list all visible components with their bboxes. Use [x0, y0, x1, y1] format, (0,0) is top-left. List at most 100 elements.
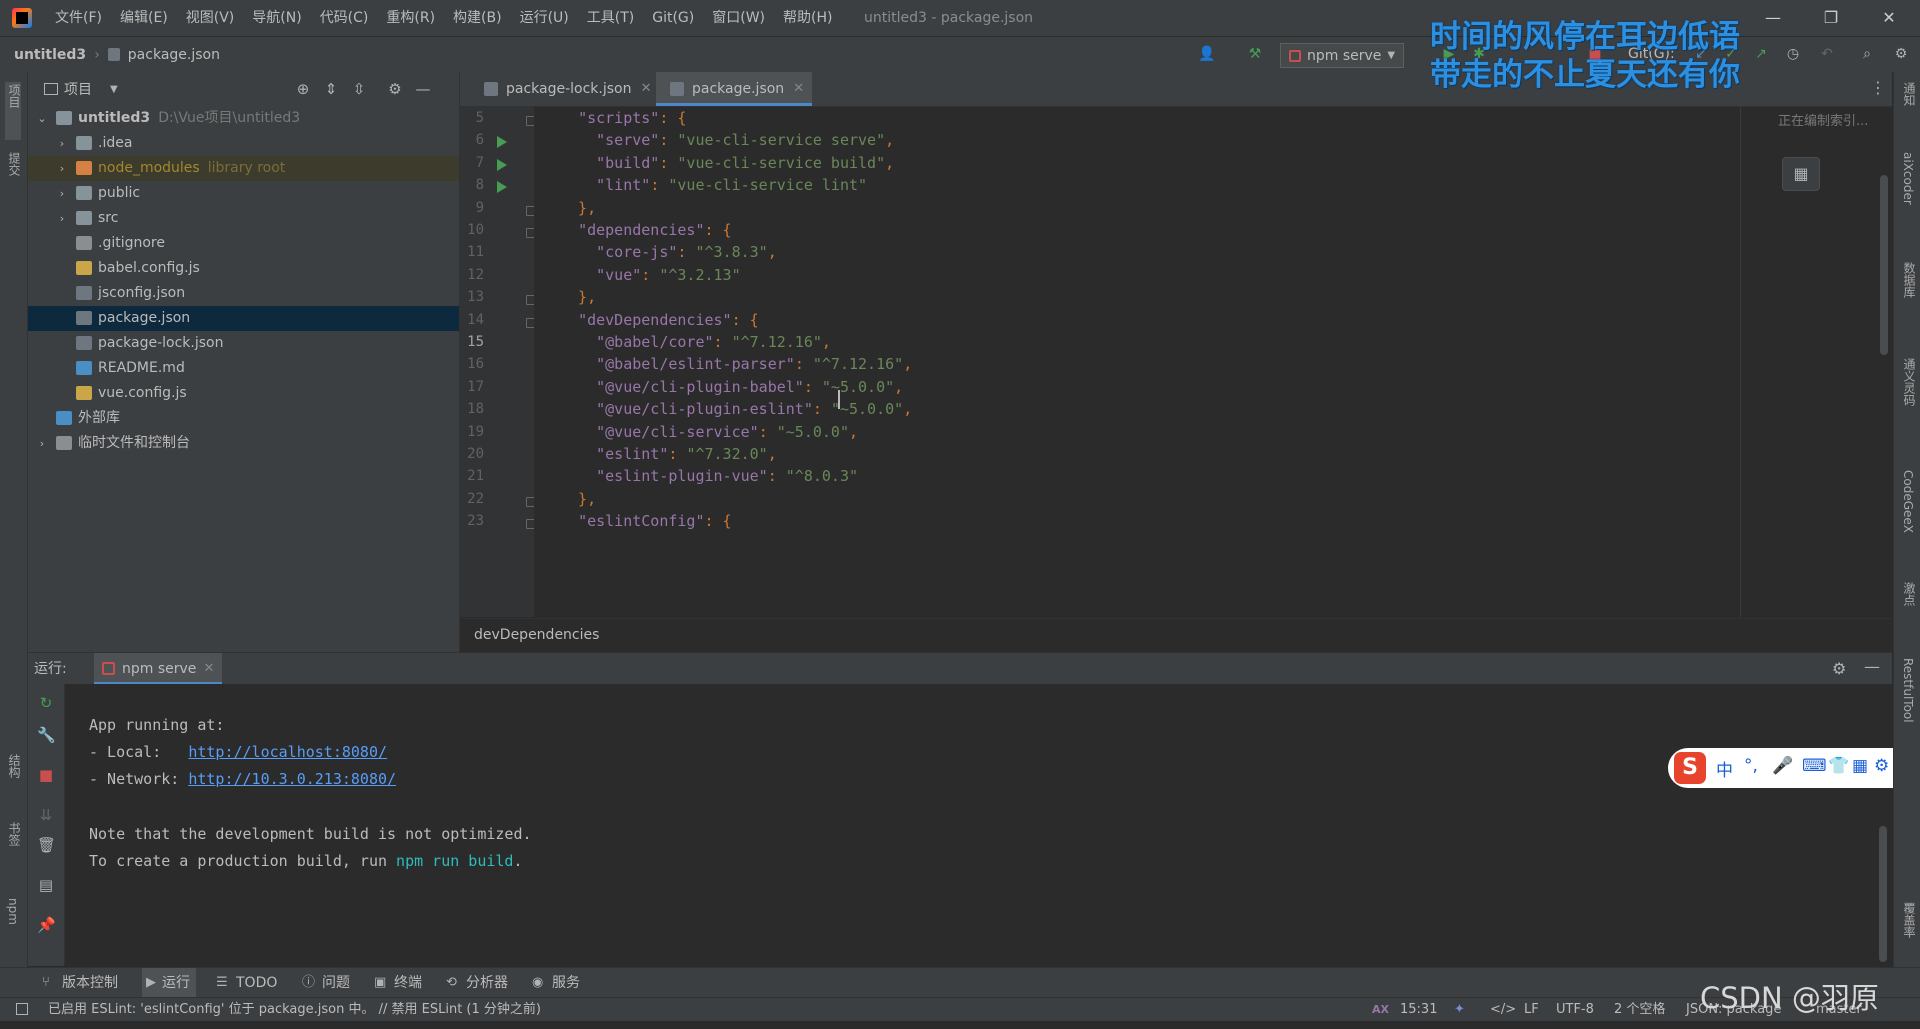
run-config-selector[interactable]: npm serve ▼: [1280, 43, 1405, 68]
tree-item[interactable]: › public: [28, 181, 459, 206]
stop-icon[interactable]: ■: [37, 766, 55, 784]
search-icon[interactable]: ⌕: [1858, 45, 1876, 63]
chevron-right-icon[interactable]: ›: [56, 181, 68, 206]
toggle-tool-windows-icon[interactable]: [16, 1003, 28, 1015]
ime-mode-toggle[interactable]: 中: [1716, 756, 1733, 781]
caret-position[interactable]: 15:31: [1400, 998, 1437, 1022]
tool-tab-services[interactable]: ◉ 服务: [532, 968, 580, 998]
chevron-right-icon[interactable]: ›: [56, 156, 68, 181]
line-separator[interactable]: LF: [1524, 998, 1539, 1022]
chevron-right-icon[interactable]: ›: [56, 131, 68, 156]
tree-item[interactable]: 外部库: [28, 406, 459, 431]
tool-tab-problems[interactable]: ⓘ 问题: [302, 968, 350, 998]
close-icon[interactable]: ✕: [204, 653, 215, 685]
toolbox-icon[interactable]: ▦: [1852, 756, 1868, 776]
menu-tools[interactable]: 工具(T): [584, 0, 637, 36]
stripe-aixcoder[interactable]: aiXcoder: [1901, 152, 1915, 205]
ime-punctuation-toggle[interactable]: °,: [1744, 756, 1758, 776]
tree-item[interactable]: package.json: [28, 306, 459, 331]
stripe-bookmarks[interactable]: 书签: [6, 822, 23, 846]
options-gear-icon[interactable]: ⚙: [386, 80, 404, 98]
scroll-to-end-icon[interactable]: ⇊: [37, 806, 55, 824]
tree-item[interactable]: › node_modules library root: [28, 156, 459, 181]
tool-tab-version-control[interactable]: ⑂ 版本控制: [42, 968, 118, 998]
menu-help[interactable]: 帮助(H): [780, 0, 835, 36]
collapse-all-icon[interactable]: ⇳: [350, 80, 368, 98]
editor-breadcrumb[interactable]: devDependencies: [474, 619, 599, 651]
close-button[interactable]: ✕: [1866, 0, 1912, 36]
breadcrumb-file[interactable]: package.json: [128, 47, 220, 63]
menu-edit[interactable]: 编辑(E): [117, 0, 171, 36]
status-message[interactable]: 已启用 ESLint: 'eslintConfig' 位于 package.js…: [48, 998, 541, 1022]
breadcrumb-project[interactable]: untitled3: [14, 47, 86, 63]
console-scrollbar[interactable]: [1879, 826, 1887, 962]
tree-item[interactable]: › 临时文件和控制台: [28, 431, 459, 456]
menu-code[interactable]: 代码(C): [317, 0, 372, 36]
rollback-icon[interactable]: ↶: [1818, 45, 1836, 63]
tree-item[interactable]: › .idea: [28, 131, 459, 156]
run-script-icon[interactable]: [497, 181, 507, 194]
run-script-icon[interactable]: [497, 136, 507, 149]
tool-tab-todo[interactable]: ☰ TODO: [216, 968, 277, 998]
menu-navigate[interactable]: 导航(N): [249, 0, 304, 36]
aixcoder-status-icon[interactable]: AX: [1372, 998, 1389, 1022]
tree-item[interactable]: vue.config.js: [28, 381, 459, 406]
code-status-icon[interactable]: </>: [1490, 998, 1516, 1022]
stripe-project[interactable]: 项目: [6, 84, 23, 108]
run-script-icon[interactable]: [497, 158, 507, 171]
close-icon[interactable]: ✕: [793, 72, 804, 106]
stripe-commit[interactable]: 提交: [6, 152, 23, 176]
settings-gear-icon[interactable]: ⚙: [1892, 45, 1910, 63]
network-url-link[interactable]: http://10.3.0.213:8080/: [188, 770, 396, 788]
stripe-restful[interactable]: RestfulTool: [1901, 658, 1915, 723]
menu-build[interactable]: 构建(B): [450, 0, 505, 36]
trash-icon[interactable]: 🗑: [37, 836, 56, 854]
stripe-codegeex[interactable]: CodeGeeX: [1901, 470, 1915, 533]
tree-item[interactable]: › src: [28, 206, 459, 231]
keyboard-icon[interactable]: ⌨: [1802, 756, 1827, 776]
tree-item[interactable]: .gitignore: [28, 231, 459, 256]
file-encoding[interactable]: UTF-8: [1556, 998, 1594, 1022]
sogou-logo-icon[interactable]: S: [1674, 752, 1706, 784]
stripe-coverage[interactable]: 覆盖率: [1901, 902, 1918, 938]
stripe-structure[interactable]: 结构: [6, 754, 23, 778]
menu-refactor[interactable]: 重构(R): [383, 0, 438, 36]
expand-all-icon[interactable]: ⇕: [322, 80, 340, 98]
menu-view[interactable]: 视图(V): [183, 0, 238, 36]
tree-item[interactable]: babel.config.js: [28, 256, 459, 281]
chevron-down-icon[interactable]: ⌄: [36, 106, 48, 131]
ime-settings-icon[interactable]: ⚙: [1874, 756, 1889, 776]
hide-panel-icon[interactable]: —: [414, 80, 432, 98]
tab-package-json[interactable]: package.json ✕: [656, 72, 813, 106]
rerun-icon[interactable]: ↻: [37, 694, 55, 712]
restore-button[interactable]: ❐: [1808, 0, 1854, 36]
menu-run[interactable]: 运行(U): [517, 0, 572, 36]
editor-scrollbar[interactable]: [1880, 175, 1888, 355]
pin-icon[interactable]: 📌: [37, 916, 56, 934]
run-settings-gear-icon[interactable]: ⚙: [1832, 659, 1846, 678]
tool-tab-terminal[interactable]: ▣ 终端: [374, 968, 422, 998]
tree-item[interactable]: ⌄ untitled3 D:\Vue项目\untitled3: [28, 106, 459, 131]
tab-package-lock-json[interactable]: package-lock.json ✕: [470, 72, 660, 106]
menu-git[interactable]: Git(G): [649, 0, 697, 36]
chevron-right-icon[interactable]: ›: [56, 206, 68, 231]
code-editor[interactable]: "scripts": { "serve": "vue-cli-service s…: [534, 107, 1892, 617]
codegeex-status-icon[interactable]: ✦: [1454, 998, 1465, 1022]
stripe-tongyi[interactable]: 通义灵码: [1901, 358, 1918, 406]
menu-file[interactable]: 文件(F): [52, 0, 105, 36]
close-icon[interactable]: ✕: [641, 72, 652, 106]
stripe-points[interactable]: 激点: [1901, 582, 1918, 606]
hide-panel-icon[interactable]: —: [1864, 657, 1880, 676]
project-view-selector[interactable]: 项目 ▼: [44, 72, 118, 106]
menu-window[interactable]: 窗口(W): [709, 0, 768, 36]
microphone-icon[interactable]: 🎤: [1772, 756, 1793, 776]
skin-shirt-icon[interactable]: 👕: [1828, 756, 1849, 776]
indent-setting[interactable]: 2 个空格: [1614, 998, 1665, 1022]
layout-icon[interactable]: ▤: [37, 876, 55, 894]
build-hammer-icon[interactable]: ⚒: [1246, 45, 1264, 63]
tree-item[interactable]: README.md: [28, 356, 459, 381]
run-tab-npm-serve[interactable]: npm serve ✕: [94, 653, 223, 685]
local-url-link[interactable]: http://localhost:8080/: [188, 743, 387, 761]
tree-item[interactable]: jsconfig.json: [28, 281, 459, 306]
locate-file-icon[interactable]: ⊕: [294, 80, 312, 98]
